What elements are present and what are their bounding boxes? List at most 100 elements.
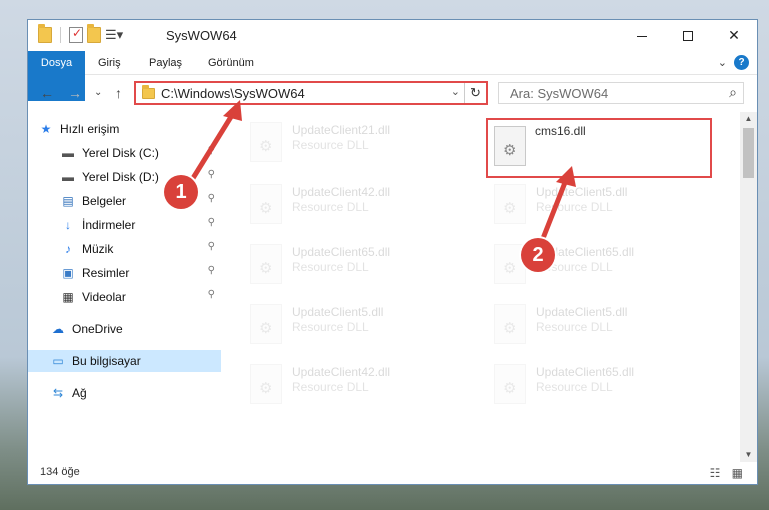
cloud-icon: ☁ — [52, 322, 64, 336]
pin-icon: ⚲ — [207, 145, 215, 156]
search-input[interactable]: Ara: SysWOW64 ⌕ — [498, 82, 744, 104]
dll-file-icon — [250, 184, 282, 224]
file-item[interactable]: UpdateClient21.dll Resource DLL — [242, 118, 462, 168]
scrollbar-thumb[interactable] — [743, 128, 754, 178]
sidebar-item-onedrive[interactable]: ☁ OneDrive — [28, 318, 221, 340]
sidebar-item-music[interactable]: ♪ Müzik ⚲ — [28, 238, 221, 260]
forward-button[interactable]: → — [68, 85, 82, 101]
view-toggle-icons[interactable]: ☷ ▦ — [710, 466, 747, 480]
file-type: Resource DLL — [292, 138, 369, 152]
help-icon[interactable]: ? — [734, 55, 749, 70]
sidebar-item-label: Resimler — [82, 266, 130, 280]
file-name: cms16.dll — [535, 124, 586, 138]
search-icon[interactable]: ⌕ — [729, 84, 737, 101]
computer-icon: ▭ — [52, 354, 64, 368]
close-button[interactable]: ✕ — [711, 20, 757, 50]
customize-toolbar-icon[interactable]: ☰▾ — [105, 27, 123, 43]
file-list: UpdateClient21.dll Resource DLL cms16.dl… — [222, 112, 736, 462]
pin-icon: ⚲ — [207, 241, 215, 252]
folder-icon[interactable] — [38, 24, 52, 43]
properties-icon[interactable] — [69, 26, 83, 43]
sidebar-item-label: Yerel Disk (C:) — [82, 146, 159, 160]
file-item-cms16[interactable]: cms16.dll — [486, 118, 712, 178]
file-type: Resource DLL — [292, 320, 369, 334]
pin-icon: ⚲ — [207, 193, 215, 204]
sidebar-item-label: OneDrive — [72, 322, 123, 336]
file-name: UpdateClient65.dll — [292, 245, 391, 259]
file-type: Resource DLL — [292, 200, 369, 214]
scroll-down-icon[interactable]: ▼ — [740, 448, 757, 462]
videos-icon: ▦ — [62, 290, 74, 304]
toolbar-divider — [60, 27, 61, 43]
tab-share[interactable]: Paylaş — [149, 51, 182, 75]
sidebar-item-videos[interactable]: ▦ Videolar ⚲ — [28, 286, 221, 308]
sidebar-item-label: Müzik — [82, 242, 114, 256]
file-name: UpdateClient42.dll — [292, 365, 391, 379]
window-title: SysWOW64 — [166, 28, 237, 43]
vertical-scrollbar[interactable]: ▲ ▼ — [740, 112, 757, 462]
status-bar: 134 öğe ☷ ▦ — [28, 462, 757, 484]
file-item[interactable]: UpdateClient42.dll Resource DLL — [242, 180, 462, 230]
file-item[interactable]: UpdateClient65.dll Resource DLL — [486, 240, 706, 290]
new-folder-icon[interactable] — [87, 24, 101, 43]
file-item[interactable]: UpdateClient65.dll Resource DLL — [486, 360, 706, 410]
address-bar[interactable]: C:\Windows\SysWOW64 ⌄ ↻ — [134, 81, 488, 105]
dll-file-icon — [494, 184, 526, 224]
sidebar-item-pictures[interactable]: ▣ Resimler ⚲ — [28, 262, 221, 284]
navigation-bar: ← → ⌄ ↑ C:\Windows\SysWOW64 ⌄ ↻ Ara: Sys… — [28, 76, 757, 110]
pin-icon: ⚲ — [207, 265, 215, 276]
sidebar-item-label: Hızlı erişim — [60, 122, 120, 136]
file-type: Resource DLL — [536, 200, 613, 214]
maximize-button[interactable] — [665, 20, 711, 50]
music-icon: ♪ — [65, 242, 71, 256]
address-dropdown-icon[interactable]: ⌄ — [451, 85, 460, 98]
sidebar-item-label: Ağ — [72, 386, 87, 400]
sidebar-item-label: Videolar — [82, 290, 126, 304]
caption-buttons: ✕ — [619, 20, 757, 50]
explorer-window: ☰▾ SysWOW64 ✕ Dosya Giriş Paylaş Görünüm… — [27, 19, 758, 485]
file-type: Resource DLL — [292, 380, 369, 394]
minimize-button[interactable] — [619, 20, 665, 50]
dll-file-icon — [250, 244, 282, 284]
callout-1: 1 — [164, 175, 198, 209]
tab-home[interactable]: Giriş — [98, 51, 121, 75]
sidebar-item-label: Yerel Disk (D:) — [82, 170, 159, 184]
file-name: UpdateClient5.dll — [536, 305, 628, 319]
file-item[interactable]: UpdateClient42.dll Resource DLL — [242, 360, 462, 410]
file-name: UpdateClient21.dll — [292, 123, 391, 137]
file-name: UpdateClient65.dll — [536, 365, 635, 379]
dll-file-icon — [250, 304, 282, 344]
file-type: Resource DLL — [536, 320, 613, 334]
file-name: UpdateClient5.dll — [292, 305, 384, 319]
expand-ribbon-icon[interactable]: ⌄ — [718, 56, 727, 69]
file-name: UpdateClient42.dll — [292, 185, 391, 199]
file-item[interactable]: UpdateClient5.dll Resource DLL — [242, 300, 462, 350]
file-item[interactable]: UpdateClient5.dll Resource DLL — [486, 180, 706, 230]
file-name: UpdateClient5.dll — [536, 185, 628, 199]
documents-icon: ▤ — [62, 194, 74, 208]
sidebar-item-quick-access[interactable]: ★ Hızlı erişim — [38, 118, 231, 140]
sidebar-item-local-disk-c[interactable]: ▬ Yerel Disk (C:) ⚲ — [28, 142, 221, 164]
file-type: Resource DLL — [536, 380, 613, 394]
sidebar-item-this-pc[interactable]: ▭ Bu bilgisayar — [28, 350, 221, 372]
pictures-icon: ▣ — [62, 266, 74, 280]
refresh-icon[interactable]: ↻ — [464, 83, 486, 103]
file-item[interactable]: UpdateClient65.dll Resource DLL — [242, 240, 462, 290]
tab-view[interactable]: Görünüm — [208, 51, 254, 75]
up-button[interactable]: ↑ — [115, 85, 122, 101]
back-button[interactable]: ← — [40, 85, 54, 101]
title-bar: ☰▾ SysWOW64 ✕ — [28, 20, 757, 51]
sidebar-item-network[interactable]: ⇆ Ağ — [28, 382, 221, 404]
ribbon-tabs: Dosya Giriş Paylaş Görünüm ⌄ ? — [28, 51, 757, 101]
minimize-icon — [637, 35, 647, 37]
download-icon: ↓ — [65, 218, 71, 232]
item-count: 134 öğe — [40, 466, 80, 478]
sidebar-item-downloads[interactable]: ↓ İndirmeler ⚲ — [28, 214, 221, 236]
network-icon: ⇆ — [52, 386, 64, 400]
dll-file-icon — [494, 126, 526, 166]
recent-locations-button[interactable]: ⌄ — [94, 87, 102, 98]
scroll-up-icon[interactable]: ▲ — [740, 112, 757, 126]
close-icon: ✕ — [728, 27, 740, 43]
address-path[interactable]: C:\Windows\SysWOW64 — [161, 86, 305, 101]
file-item[interactable]: UpdateClient5.dll Resource DLL — [486, 300, 706, 350]
